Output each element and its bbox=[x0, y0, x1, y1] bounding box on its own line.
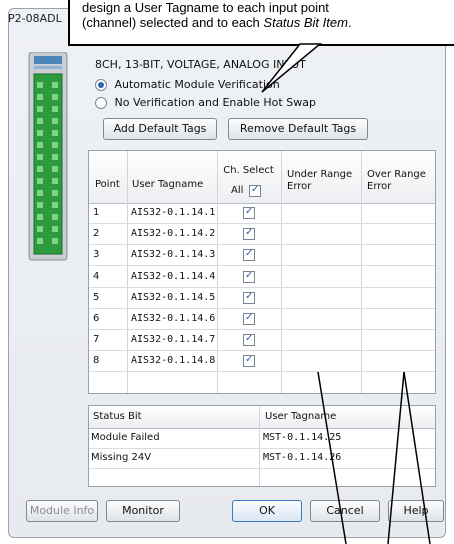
callout-pointer-line bbox=[387, 371, 405, 544]
callout-pointer-upper bbox=[261, 43, 323, 93]
callout-pointer-line bbox=[403, 371, 431, 544]
callout-pointers bbox=[261, 43, 431, 544]
callout-pointer-line bbox=[317, 371, 347, 544]
